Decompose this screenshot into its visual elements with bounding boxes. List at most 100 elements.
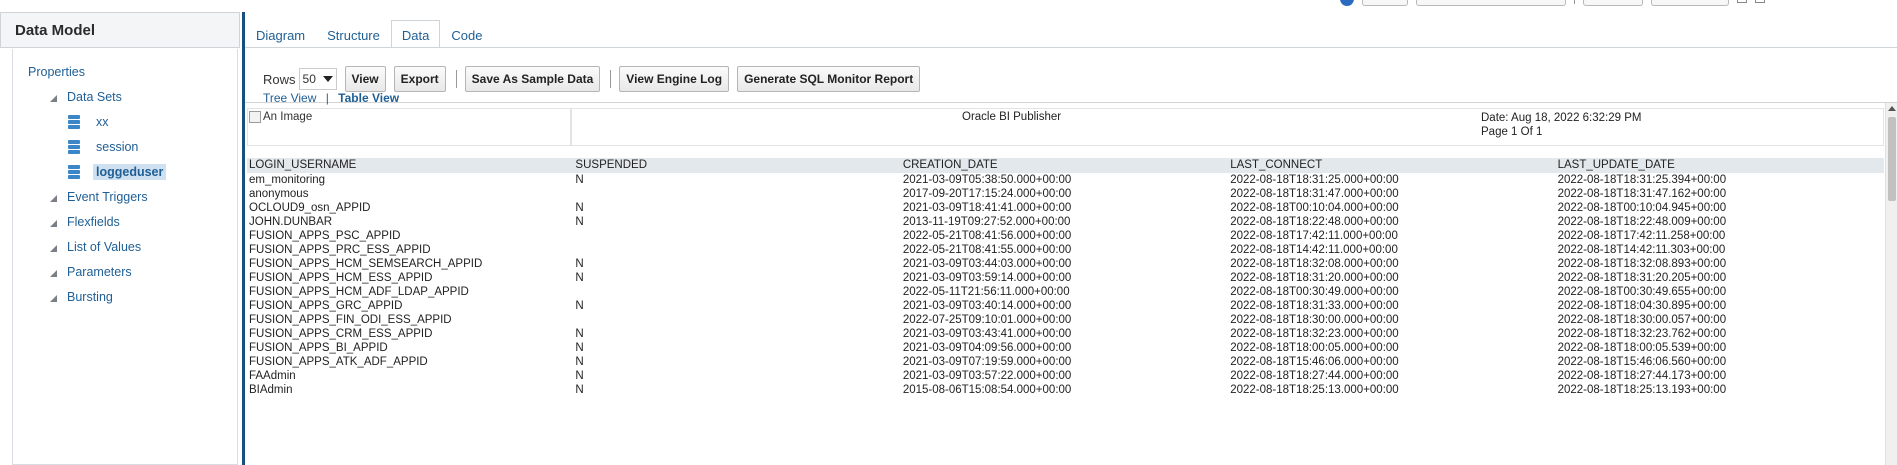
- table-cell: 2022-08-18T17:42:11.000+00:00: [1230, 230, 1398, 242]
- table-row: FUSION_APPS_HCM_SEMSEARCH_APPID N 2021-03-…: [247, 257, 1884, 271]
- table-cell: 2022-08-18T00:30:49.655+00:00: [1557, 286, 1727, 298]
- save-icon[interactable]: [1737, 0, 1747, 3]
- tab-data[interactable]: Data: [390, 20, 441, 48]
- table-cell: N: [575, 370, 584, 382]
- report-page: Page 1 Of 1: [1481, 126, 1543, 138]
- top-button[interactable]: [1362, 0, 1408, 6]
- table-cell: 2022-07-25T09:10:01.000+00:00: [902, 314, 1072, 326]
- table-cell: FUSION_APPS_GRC_APPID: [249, 300, 403, 312]
- table-view-link[interactable]: Table View: [338, 91, 399, 105]
- tab-bar: Diagram Structure Data Code: [245, 20, 493, 48]
- table-cell: 2022-08-18T00:30:49.000+00:00: [1230, 286, 1399, 298]
- report-logo: An Image: [249, 111, 312, 123]
- table-cell: N: [575, 356, 584, 368]
- table-cell: 2021-03-09T18:41:41.000+00:00: [902, 202, 1072, 214]
- view-engine-log-button[interactable]: View Engine Log: [619, 66, 730, 92]
- tree-item-flexfields[interactable]: Flexfields: [13, 212, 237, 237]
- expanded-triangle-icon[interactable]: [50, 295, 57, 302]
- table-cell: FAAdmin: [249, 370, 296, 382]
- tree-item-list-of-values[interactable]: List of Values: [13, 237, 237, 262]
- table-row: anonymous 2017-09-20T17:15:24.000+00:00 20…: [247, 187, 1884, 201]
- column-header: LOGIN_USERNAME: [249, 159, 357, 171]
- table-cell: 2022-08-18T18:31:33.000+00:00: [1230, 300, 1399, 312]
- table-cell: N: [575, 272, 584, 284]
- tree-item-bursting[interactable]: Bursting: [13, 287, 237, 312]
- table-row: FAAdmin N 2021-03-09T03:57:22.000+00:00 202…: [247, 369, 1884, 383]
- table-row: JOHN.DUNBAR N 2013-11-19T09:27:52.000+00:0…: [247, 215, 1884, 229]
- top-button[interactable]: [1651, 0, 1729, 6]
- top-field[interactable]: [1416, 0, 1566, 6]
- table-cell: FUSION_APPS_ATK_ADF_APPID: [249, 356, 428, 368]
- expanded-triangle-icon[interactable]: [50, 220, 57, 227]
- top-button[interactable]: [1583, 0, 1643, 6]
- tree-item-parameters[interactable]: Parameters: [13, 262, 237, 287]
- table-row: FUSION_APPS_BI_APPID N 2021-03-09T04:09:56…: [247, 341, 1884, 355]
- vertical-scrollbar[interactable]: [1885, 103, 1897, 465]
- table-cell: em_monitoring: [249, 174, 326, 186]
- table-cell: N: [575, 384, 584, 396]
- tree-item-event-triggers[interactable]: Event Triggers: [13, 187, 237, 212]
- table-cell: 2022-08-18T17:42:11.258+00:00: [1557, 230, 1726, 242]
- table-cell: 2021-03-09T03:44:03.000+00:00: [902, 258, 1072, 270]
- tree-item-label: Bursting: [67, 290, 113, 304]
- table-row: FUSION_APPS_HCM_ESS_APPID N 2021-03-09T03:…: [247, 271, 1884, 285]
- save-as-sample-data-button[interactable]: Save As Sample Data: [464, 66, 601, 92]
- table-cell: 2021-03-09T04:09:56.000+00:00: [902, 342, 1072, 354]
- table-row: FUSION_APPS_PSC_APPID 2022-05-21T08:41:56…: [247, 229, 1884, 243]
- expanded-triangle-icon[interactable]: [50, 95, 57, 102]
- column-header: LAST_CONNECT: [1230, 159, 1323, 171]
- expanded-triangle-icon[interactable]: [50, 270, 57, 277]
- toolbar-separator: [455, 70, 457, 88]
- table-cell: FUSION_APPS_CRM_ESS_APPID: [249, 328, 433, 340]
- table-cell: 2022-08-18T18:31:25.000+00:00: [1230, 174, 1399, 186]
- tree-item-label: xx: [96, 115, 109, 129]
- generate-sql-monitor-report-button[interactable]: Generate SQL Monitor Report: [737, 66, 921, 92]
- tree-item-properties[interactable]: Properties: [13, 62, 237, 87]
- tree-item-dataset-session[interactable]: session: [13, 137, 237, 162]
- tree-item-label: List of Values: [67, 240, 142, 254]
- data-model-panel: Data Model Properties Data Sets xx sessi…: [0, 12, 240, 465]
- save-as-icon[interactable]: [1755, 0, 1765, 3]
- rows-label: Rows: [263, 71, 296, 87]
- rows-select[interactable]: 50: [298, 68, 337, 90]
- database-icon: [68, 115, 80, 130]
- table-cell: 2022-08-18T18:31:25.394+00:00: [1557, 174, 1727, 186]
- data-model-tree: Properties Data Sets xx session loggedus…: [12, 49, 238, 465]
- table-cell: [574, 313, 901, 327]
- tab-code[interactable]: Code: [440, 20, 493, 48]
- tree-item-dataset-loggeduser[interactable]: loggeduser: [13, 162, 237, 187]
- toolbar-separator: [610, 70, 612, 88]
- table-cell: anonymous: [249, 188, 309, 200]
- table-cell: 2021-03-09T03:43:41.000+00:00: [902, 328, 1072, 340]
- report-title: Oracle BI Publisher: [962, 111, 1062, 123]
- tree-item-dataset-xx[interactable]: xx: [13, 112, 237, 137]
- scrollbar-thumb[interactable]: [1888, 117, 1896, 201]
- view-button[interactable]: View: [344, 66, 386, 92]
- expanded-triangle-icon[interactable]: [50, 245, 57, 252]
- table-cell: [574, 285, 901, 299]
- export-button[interactable]: Export: [393, 66, 446, 92]
- column-header: SUSPENDED: [575, 159, 647, 171]
- table-cell: 2021-03-09T07:19:59.000+00:00: [902, 356, 1072, 368]
- table-row: FUSION_APPS_HCM_ADF_LDAP_APPID 2022-05-11…: [247, 285, 1884, 299]
- dropdown-arrow-icon: [322, 76, 333, 82]
- table-cell: 2022-08-18T18:25:13.193+00:00: [1557, 384, 1727, 396]
- tree-item-data-sets[interactable]: Data Sets: [13, 87, 237, 112]
- tree-item-label: session: [96, 140, 139, 154]
- header-cell: [571, 108, 1884, 146]
- table-cell: N: [575, 258, 584, 270]
- tree-view-link[interactable]: Tree View: [263, 91, 316, 105]
- scroll-up-icon[interactable]: [1888, 106, 1896, 111]
- database-icon: [68, 140, 80, 155]
- tab-diagram[interactable]: Diagram: [245, 20, 316, 48]
- help-icon[interactable]: [1340, 0, 1354, 6]
- rows-value: 50: [302, 72, 316, 86]
- tree-item-label: Parameters: [67, 265, 132, 279]
- expanded-triangle-icon[interactable]: [50, 195, 57, 202]
- report-date-block: Date: Aug 18, 2022 6:32:29 PM Page 1 Of …: [1481, 111, 1641, 139]
- table-cell: 2013-11-19T09:27:52.000+00:00: [902, 216, 1071, 228]
- table-cell: 2022-08-18T18:22:48.009+00:00: [1557, 216, 1727, 228]
- tab-structure[interactable]: Structure: [316, 20, 391, 48]
- report-output: An Image Oracle BI Publisher Date: Aug 1…: [247, 108, 1884, 396]
- image-alt-text: An Image: [263, 111, 313, 123]
